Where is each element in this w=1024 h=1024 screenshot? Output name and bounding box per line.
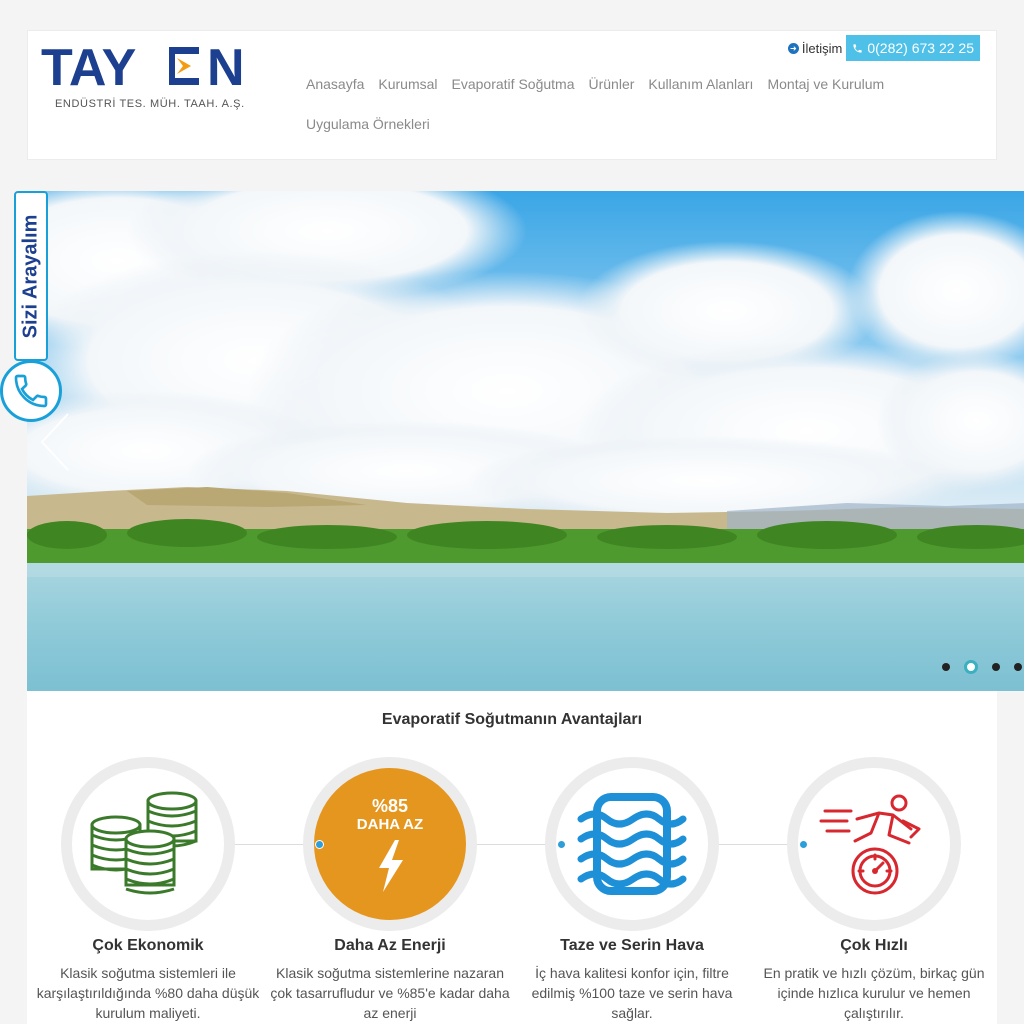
feature-description: Klasik soğutma sistemlerine nazaran çok … xyxy=(270,965,510,1021)
slider-dot-4[interactable] xyxy=(1014,663,1022,671)
speed-runner-icon xyxy=(819,794,921,895)
connector-dot xyxy=(799,840,808,849)
top-contact-bar: ➜ İletişim 0(282) 673 22 25 xyxy=(787,35,980,61)
feature-icon-holder xyxy=(798,768,950,920)
feature-icon-holder xyxy=(72,768,224,920)
callback-widget-label: Sizi Arayalım xyxy=(19,214,42,338)
lightning-icon xyxy=(379,840,403,892)
phone-icon xyxy=(14,374,48,408)
feature-icon-holder: %85 DAHA AZ xyxy=(314,768,466,920)
advantages-section: Evaporatif Soğutmanın Avantajları Çok Ek… xyxy=(27,691,997,1024)
feature-economic: Çok Ekonomik Klasik soğutma sistemleri i… xyxy=(28,757,268,1023)
energy-less-label: DAHA AZ xyxy=(356,816,424,833)
main-nav: Anasayfa Kurumsal Evaporatif Soğutma Ürü… xyxy=(306,71,966,151)
nav-item-montaj-ve-kurulum[interactable]: Montaj ve Kurulum xyxy=(767,71,884,111)
slide-image-lake xyxy=(27,191,1024,691)
hero-slider[interactable] xyxy=(27,191,1024,691)
feature-title: Daha Az Enerji xyxy=(334,937,446,954)
arrow-right-circle-icon: ➜ xyxy=(787,42,799,54)
callback-widget-label-wrap[interactable]: Sizi Arayalım xyxy=(14,191,48,361)
callback-phone-button[interactable] xyxy=(0,360,62,422)
svg-text:N: N xyxy=(207,43,245,91)
logo-tagline: ENDÜSTRİ TES. MÜH. TAAH. A.Ş. xyxy=(55,98,245,110)
slider-dot-1[interactable] xyxy=(942,663,950,671)
advantages-title: Evaporatif Soğutmanın Avantajları xyxy=(381,711,643,728)
feature-description: Klasik soğutma sistemleri ile karşılaştı… xyxy=(36,965,260,1021)
slider-pagination xyxy=(942,660,1022,674)
feature-icon-ring xyxy=(787,757,961,931)
nav-item-kurumsal[interactable]: Kurumsal xyxy=(378,71,437,111)
slider-dot-3[interactable] xyxy=(992,663,1000,671)
feature-title: Çok Ekonomik xyxy=(92,937,204,954)
nav-item-evaporatif-sogutma[interactable]: Evaporatif Soğutma xyxy=(452,71,575,111)
nav-item-uygulama-ornekleri[interactable]: Uygulama Örnekleri xyxy=(306,111,430,151)
feature-icon-ring: %85 DAHA AZ xyxy=(303,757,477,931)
feature-less-energy: %85 DAHA AZ Daha Az Enerji Klasik soğutm… xyxy=(270,757,510,1023)
feature-description: İç hava kalitesi konfor için, filtre edi… xyxy=(531,965,733,1021)
connector-dot xyxy=(315,840,324,849)
feature-description: En pratik ve hızlı çözüm, birkaç gün içi… xyxy=(763,965,985,1021)
feature-fresh-air: Taze ve Serin Hava İç hava kalitesi konf… xyxy=(512,757,752,1023)
nav-item-urunler[interactable]: Ürünler xyxy=(588,71,634,111)
feature-title: Çok Hızlı xyxy=(840,937,908,954)
contact-link[interactable]: ➜ İletişim xyxy=(787,40,843,56)
feature-icon-ring xyxy=(61,757,235,931)
airflow-icon xyxy=(577,793,687,895)
connector-dot xyxy=(557,840,566,849)
company-logo[interactable]: TAY N ENDÜSTRİ TES. MÜH. TAAH. A.Ş. xyxy=(41,39,261,110)
logo-wordmark: TAY N xyxy=(41,39,245,97)
coins-icon xyxy=(90,791,198,895)
feature-fast: Çok Hızlı En pratik ve hızlı çözüm, birk… xyxy=(754,757,994,1023)
svg-text:TAY: TAY xyxy=(41,43,136,91)
energy-percent-badge: %85 xyxy=(371,796,409,816)
contact-link-label: İletişim xyxy=(801,40,843,56)
site-header: TAY N ENDÜSTRİ TES. MÜH. TAAH. A.Ş. ➜ İl… xyxy=(27,30,997,160)
feature-icon-ring xyxy=(545,757,719,931)
feature-icon-holder xyxy=(556,768,708,920)
slider-dot-2[interactable] xyxy=(964,660,978,674)
nav-item-anasayfa[interactable]: Anasayfa xyxy=(306,71,364,111)
nav-item-kullanim-alanlari[interactable]: Kullanım Alanları xyxy=(648,71,753,111)
phone-button[interactable]: 0(282) 673 22 25 xyxy=(846,35,980,61)
phone-number: 0(282) 673 22 25 xyxy=(867,40,974,56)
phone-icon xyxy=(853,43,862,53)
feature-title: Taze ve Serin Hava xyxy=(560,937,704,954)
slider-prev-arrow[interactable] xyxy=(38,412,72,472)
